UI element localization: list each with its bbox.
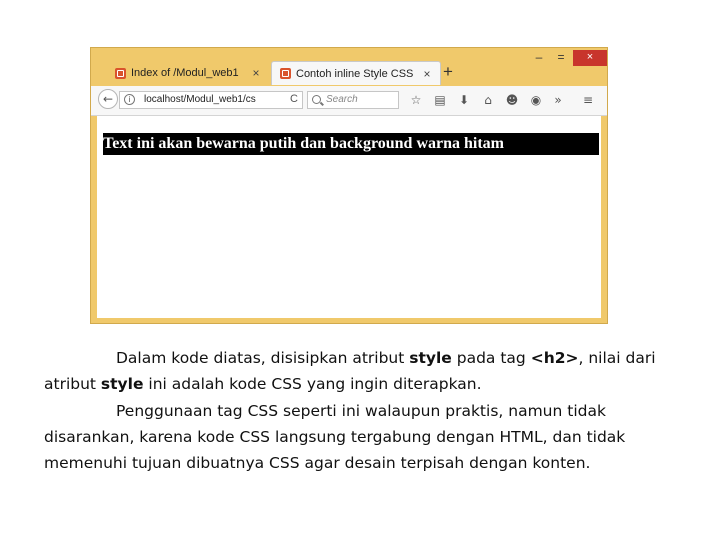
caption-text: ini adalah kode CSS yang ingin diterapka… (143, 375, 482, 393)
browse-icon[interactable]: ◉ (529, 92, 543, 108)
tab-title: Contoh inline Style CSS (296, 67, 414, 80)
new-tab-button[interactable]: + (443, 62, 453, 82)
download-icon[interactable]: ⬇ (457, 92, 471, 108)
page-content: Text ini akan bewarna putih dan backgrou… (97, 116, 601, 318)
search-placeholder: Search (326, 94, 358, 105)
caption-paragraph-1: Dalam kode diatas, disisipkan atribut st… (44, 345, 684, 397)
maximize-button[interactable]: = (553, 50, 569, 66)
tab-bar: Index of /Modul_web1 × Contoh inline Sty… (91, 48, 607, 86)
caption-keyword: style (409, 349, 452, 367)
caption-text: pada tag (451, 349, 531, 367)
caption-text: Penggunaan tag CSS seperti ini walaupun … (44, 402, 626, 472)
navigation-bar: ← i localhost/Modul_web1/cs C Search ☆ ▤… (91, 86, 607, 116)
caption-paragraph-2: Penggunaan tag CSS seperti ini walaupun … (44, 398, 684, 476)
reload-icon[interactable]: C (290, 93, 298, 105)
caption-text: Dalam kode diatas, disisipkan atribut (116, 349, 410, 367)
overflow-icon[interactable]: » (551, 92, 565, 108)
reading-list-icon[interactable]: ▤ (433, 92, 447, 108)
home-icon[interactable]: ⌂ (481, 92, 495, 108)
caption-keyword: <h2> (530, 349, 579, 367)
pocket-icon[interactable]: ☻ (505, 92, 519, 108)
page-favicon-icon (280, 68, 291, 79)
caption-keyword: style (100, 375, 144, 393)
minimize-button[interactable]: – (531, 50, 547, 66)
url-bar[interactable]: i localhost/Modul_web1/cs C (119, 91, 303, 109)
star-icon[interactable]: ☆ (409, 92, 423, 108)
browser-window: Index of /Modul_web1 × Contoh inline Sty… (90, 47, 608, 324)
menu-icon[interactable]: ≡ (581, 92, 595, 108)
info-icon[interactable]: i (124, 94, 135, 105)
close-window-button[interactable]: × (573, 50, 607, 66)
tab-index-of-modul[interactable]: Index of /Modul_web1 × (109, 61, 269, 85)
page-heading: Text ini akan bewarna putih dan backgrou… (103, 133, 599, 155)
tab-close-icon[interactable]: × (420, 67, 434, 81)
search-icon (312, 95, 321, 104)
page-favicon-icon (115, 67, 126, 79)
url-text[interactable]: localhost/Modul_web1/cs (144, 94, 274, 105)
tab-contoh-inline-style[interactable]: Contoh inline Style CSS × (271, 61, 441, 85)
back-arrow-icon[interactable]: ← (98, 89, 118, 109)
tab-title: Index of /Modul_web1 (131, 67, 239, 79)
search-input[interactable]: Search (307, 91, 399, 109)
tab-close-icon[interactable]: × (249, 66, 263, 80)
